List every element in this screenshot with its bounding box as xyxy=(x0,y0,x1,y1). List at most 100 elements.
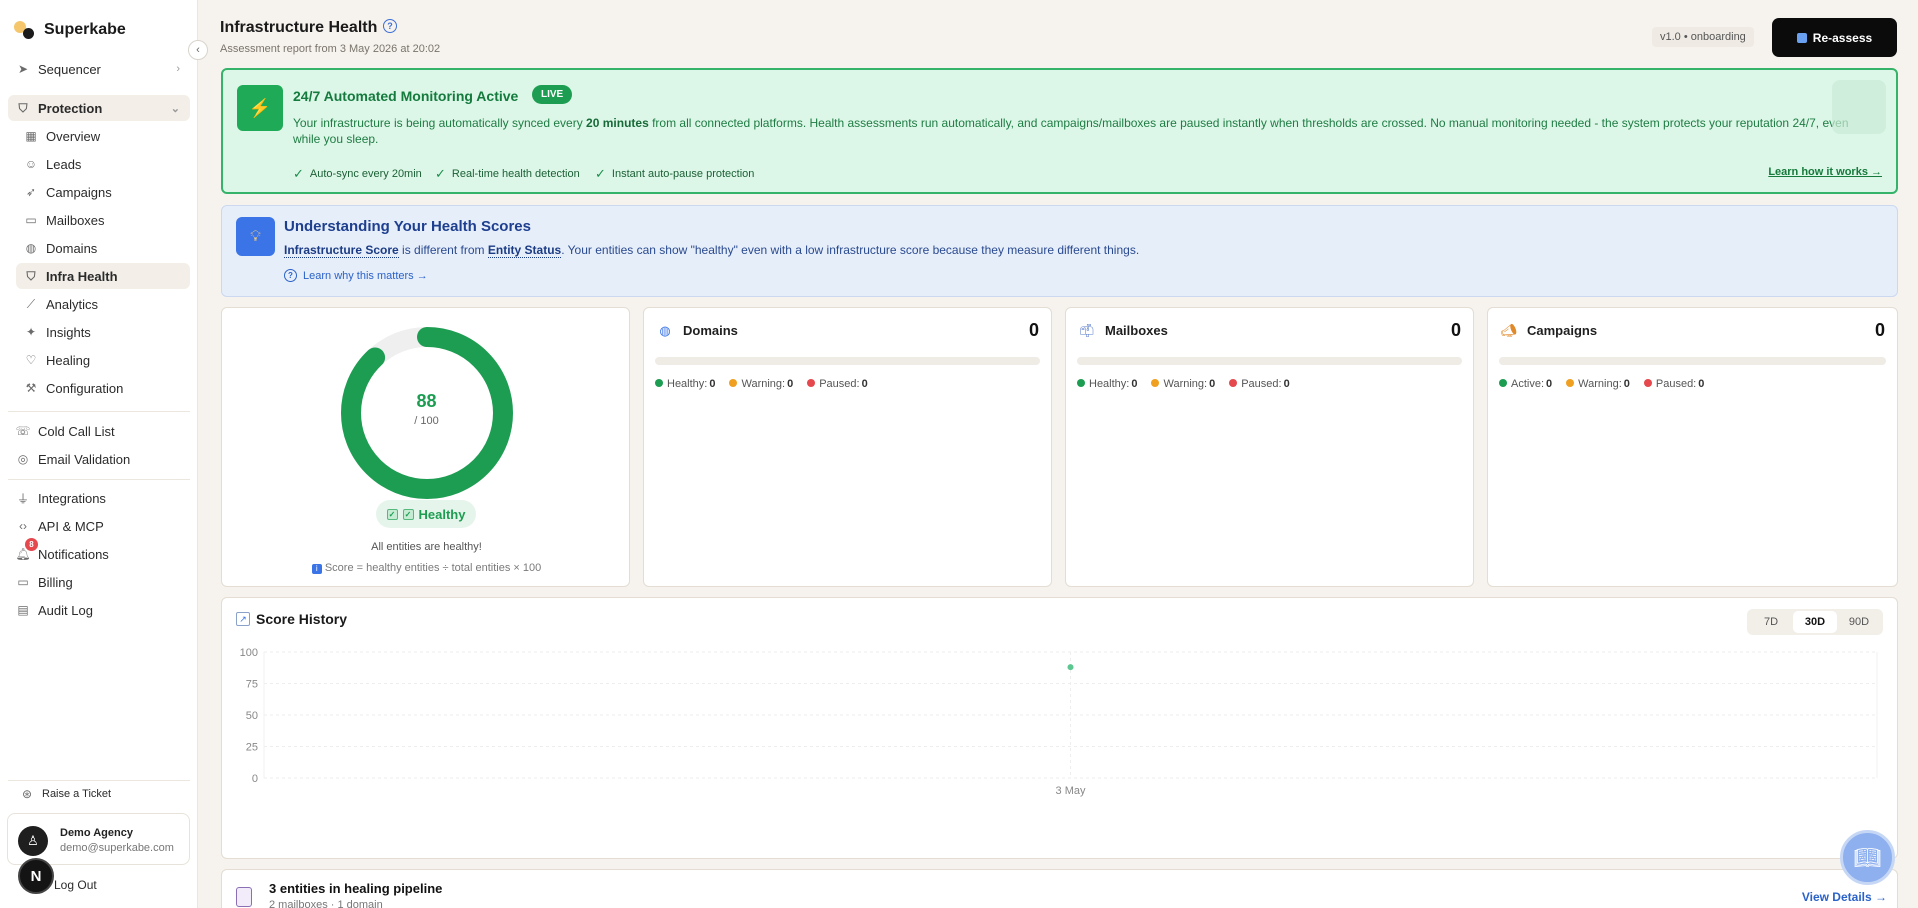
explainer-text-mid: is different from xyxy=(398,243,488,257)
sidebar-item-audit-log[interactable]: ▤ Audit Log xyxy=(8,597,190,623)
sidebar-item-sequencer[interactable]: ➤ Sequencer › xyxy=(8,56,190,82)
sidebar-item-leads[interactable]: ☺ Leads xyxy=(16,151,190,177)
chevron-left-icon: ‹ xyxy=(196,44,200,56)
dev-tools-initial: N xyxy=(30,867,42,885)
sidebar-item-analytics[interactable]: ⟋ Analytics xyxy=(16,291,190,317)
range-tab-90d[interactable]: 90D xyxy=(1837,611,1881,633)
score-value: 88 xyxy=(416,391,437,411)
brand-logo-icon xyxy=(14,19,36,41)
sidebar-item-label: Configuration xyxy=(46,380,124,396)
raise-ticket-button[interactable]: ⊛ Raise a Ticket xyxy=(12,781,190,807)
sidebar-item-integrations[interactable]: ⏚ Integrations xyxy=(8,485,190,511)
lightbulb-icon: 💡︎ xyxy=(236,217,275,256)
sidebar-item-insights[interactable]: ✦ Insights xyxy=(16,319,190,345)
checkbox-icon: ✓ xyxy=(386,508,398,520)
infrastructure-score-term[interactable]: Infrastructure Score xyxy=(284,243,399,258)
stat-legend: Healthy: 0 Warning: 0 Paused: 0 xyxy=(655,378,868,390)
dev-tools-button[interactable]: N xyxy=(18,858,54,894)
explainer-title: Understanding Your Health Scores xyxy=(284,218,531,235)
legend-healthy: Healthy: 0 xyxy=(655,378,715,390)
pipeline-subtitle: 2 mailboxes · 1 domain xyxy=(269,899,383,908)
campaigns-card[interactable]: 📣︎ Campaigns 0 Active: 0 Warning: 0 Paused… xyxy=(1487,307,1898,587)
sidebar-item-configuration[interactable]: ⚒ Configuration xyxy=(16,375,190,401)
learn-why-label: Learn why this matters → xyxy=(303,269,428,282)
sidebar-item-healing[interactable]: ♡ Healing xyxy=(16,347,190,373)
monitoring-title: 24/7 Automated Monitoring Active xyxy=(293,88,519,104)
score-history-card: ↗ Score History 7D 30D 90D 100 75 50 25 0 3 M… xyxy=(221,597,1898,859)
send-icon: ➶ xyxy=(25,185,37,199)
monitoring-banner: ⚡ 24/7 Automated Monitoring Active LIVE … xyxy=(221,68,1898,194)
sidebar-item-overview[interactable]: ▦ Overview xyxy=(16,123,190,149)
sidebar-item-label: Healing xyxy=(46,352,91,368)
sidebar-item-label: Audit Log xyxy=(38,602,93,618)
feature-label: Instant auto-pause protection xyxy=(611,168,755,180)
range-selector: 7D 30D 90D xyxy=(1747,609,1883,635)
live-badge: LIVE xyxy=(532,85,573,104)
stat-count: 0 xyxy=(1028,320,1039,340)
plug-icon: ⏚ xyxy=(16,491,29,506)
sidebar-item-label: Insights xyxy=(46,324,91,340)
stat-bar xyxy=(1077,357,1462,365)
heart-icon: ♡ xyxy=(25,353,37,367)
check-icon: ✓ xyxy=(293,166,304,181)
version-chip: v1.0 • onboarding xyxy=(1652,27,1754,47)
sidebar-item-api-mcp[interactable]: ‹› API & MCP xyxy=(8,513,190,539)
data-point[interactable] xyxy=(1067,664,1074,671)
monitoring-text-start: Your infrastructure is being automatical… xyxy=(293,116,587,130)
score-gauge xyxy=(341,327,513,499)
sidebar-item-mailboxes[interactable]: ▭ Mailboxes xyxy=(16,207,190,233)
feature-label: Auto-sync every 20min xyxy=(309,168,422,180)
sidebar-item-campaigns[interactable]: ➶ Campaigns xyxy=(16,179,190,205)
stat-legend: Active: 0 Warning: 0 Paused: 0 xyxy=(1499,378,1704,390)
sidebar-item-label: API & MCP xyxy=(38,518,104,534)
sidebar-item-notifications[interactable]: 🔔︎ Notifications 8 xyxy=(8,538,190,567)
legend-warning: Warning: 0 xyxy=(1151,378,1215,390)
collapse-sidebar-button[interactable]: ‹ xyxy=(188,40,208,60)
y-tick-label: 50 xyxy=(246,710,258,722)
sidebar-divider xyxy=(8,479,190,480)
globe-icon: ◍ xyxy=(659,323,671,338)
sidebar-item-email-validation[interactable]: ◎ Email Validation xyxy=(8,446,190,472)
sidebar: Superkabe ➤ Sequencer › ⛉ Protection ⌄ ▦… xyxy=(0,0,198,908)
chevron-down-icon: ⌄ xyxy=(170,102,180,115)
chart-icon: ↗ xyxy=(236,612,250,626)
view-details-link[interactable]: View Details → xyxy=(1802,890,1887,904)
mailboxes-card[interactable]: 📫︎ Mailboxes 0 Healthy: 0 Warning: 0 Pause… xyxy=(1065,307,1474,587)
pipeline-title: 3 entities in healing pipeline xyxy=(269,881,443,896)
sidebar-item-cold-call-list[interactable]: ☏ Cold Call List xyxy=(8,418,190,444)
sidebar-item-infra-health[interactable]: ⛉ Infra Health xyxy=(16,263,190,289)
info-icon: i xyxy=(311,564,322,574)
help-center-button[interactable]: 📖︎ xyxy=(1840,830,1895,885)
sidebar-item-label: Protection xyxy=(38,100,103,116)
sidebar-item-billing[interactable]: ▭ Billing xyxy=(8,569,190,595)
range-tab-30d[interactable]: 30D xyxy=(1793,611,1837,633)
users-icon: ☺ xyxy=(24,157,38,171)
sidebar-item-domains[interactable]: ◍ Domains xyxy=(16,235,190,261)
code-icon: ‹› xyxy=(19,519,27,533)
feature-auto-pause: ✓ Instant auto-pause protection xyxy=(595,166,754,182)
sidebar-item-label: Domains xyxy=(46,240,98,256)
shield-check-icon: ⛉ xyxy=(26,268,36,283)
sidebar-item-label: Mailboxes xyxy=(46,212,105,228)
learn-how-it-works-link[interactable]: Learn how it works → xyxy=(1768,166,1882,178)
legend-paused: Paused: 0 xyxy=(1229,378,1290,390)
logout-button[interactable]: Log Out xyxy=(30,872,190,898)
check-icon: ✓ xyxy=(595,166,606,181)
entity-status-term[interactable]: Entity Status xyxy=(487,243,562,258)
stat-legend: Healthy: 0 Warning: 0 Paused: 0 xyxy=(1077,378,1290,390)
domains-card[interactable]: ◍ Domains 0 Healthy: 0 Warning: 0 Paused: 0 xyxy=(643,307,1052,587)
card-icon: ▭ xyxy=(17,575,29,589)
range-tab-7d[interactable]: 7D xyxy=(1749,611,1793,633)
reassess-button[interactable]: Re-assess xyxy=(1772,18,1897,57)
sidebar-group-protection[interactable]: ⛉ Protection ⌄ xyxy=(8,95,190,121)
shield-icon: ⛉ xyxy=(18,100,28,115)
page-subtitle: Assessment report from 3 May 2026 at 20:… xyxy=(220,43,441,55)
learn-why-link[interactable]: ? Learn why this matters → xyxy=(284,269,428,282)
page-title: Infrastructure Health xyxy=(220,19,378,36)
help-icon[interactable]: ? xyxy=(383,19,397,33)
feature-auto-sync: ✓ Auto-sync every 20min xyxy=(293,166,422,182)
legend-paused: Paused: 0 xyxy=(1643,378,1704,390)
y-tick-label: 0 xyxy=(252,773,258,785)
bolt-icon: ⚡ xyxy=(237,85,283,131)
brand[interactable]: Superkabe xyxy=(14,19,126,41)
